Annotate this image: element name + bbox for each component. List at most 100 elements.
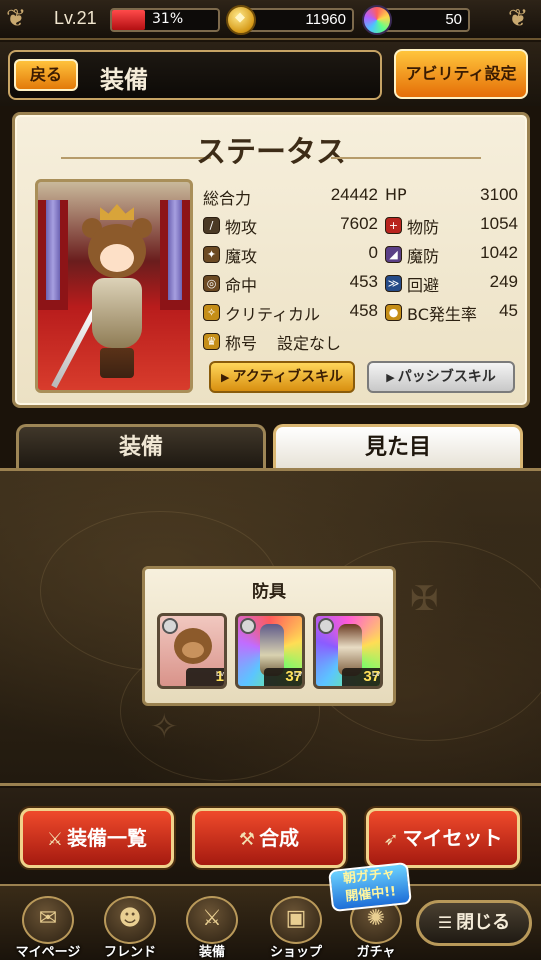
coin-amount: 11960 xyxy=(305,11,346,28)
slot-level: Lv. 37 xyxy=(264,668,302,686)
bow-icon: ➶ xyxy=(383,829,399,850)
stat-label: 物防 xyxy=(407,218,440,237)
shield-icon: + xyxy=(385,217,402,234)
corner-ornament-right-icon: ❦ xyxy=(508,4,529,32)
tab-equipment[interactable]: 装備 xyxy=(16,424,266,470)
character-face xyxy=(100,244,134,272)
stat-label: 総合力 xyxy=(203,189,252,208)
slot-level: Lv. 37 xyxy=(342,668,380,686)
coin-icon xyxy=(226,5,256,35)
armor-slot-legs[interactable]: Lv. 37 xyxy=(313,613,383,689)
nav-mypage[interactable]: ✉ マイページ xyxy=(8,894,88,960)
nav-label: ガチャ xyxy=(356,945,396,960)
synthesis-button[interactable]: ⚒ 合成 xyxy=(192,808,346,868)
hammer-icon: ⚒ xyxy=(238,829,256,850)
map-decoration: ✠ xyxy=(410,579,443,619)
pillar-left xyxy=(46,200,60,300)
character-portrait xyxy=(35,179,193,393)
armor-slot-head[interactable]: Lv. 1 xyxy=(157,613,227,689)
player-level: Lv.21 xyxy=(54,8,97,28)
stat-critical: ✧ クリティカル 458 xyxy=(203,301,378,327)
back-button[interactable]: 戻る xyxy=(14,59,78,91)
corner-ornament-left-icon: ❦ xyxy=(6,4,27,32)
stat-label: HP xyxy=(385,185,407,204)
synth-label: 合成 xyxy=(259,826,300,850)
armor-title: 防具 xyxy=(252,582,286,602)
stat-value: 1042 xyxy=(480,243,518,262)
nav-equip[interactable]: ⚔ 装備 xyxy=(172,894,252,960)
pillar-right xyxy=(168,200,182,300)
crossed-swords-icon: ⚔ xyxy=(46,829,64,850)
my-set-button[interactable]: ➶ マイセット xyxy=(366,808,520,868)
gem-amount: 50 xyxy=(445,11,462,28)
myset-label: マイセット xyxy=(402,826,503,850)
status-panel: ステータス 総合力 24442 / 物攻 7602 ✦ 魔攻 0 ◎ 命中 45… xyxy=(12,112,530,408)
stat-title: ♛ 称号 設定なし xyxy=(203,330,378,356)
stat-hp: HP 3100 xyxy=(385,185,518,211)
stat-label: 称号 xyxy=(225,334,258,353)
stat-value: 1054 xyxy=(480,214,518,233)
nav-label: マイページ xyxy=(15,945,81,960)
silver-badge-icon xyxy=(240,618,256,634)
menu-icon: ☰ xyxy=(437,913,453,932)
stat-total-power: 総合力 24442 xyxy=(203,185,378,211)
slot-level: Lv. 1 xyxy=(186,668,224,686)
armor-slot-body[interactable]: Lv. 37 xyxy=(235,613,305,689)
passive-skill-label: パッシブスキル xyxy=(397,369,496,385)
title-divider-right xyxy=(331,157,481,159)
stat-value: 3100 xyxy=(480,185,518,204)
action-area: ⚔ 装備一覧 ⚒ 合成 ➶ マイセット xyxy=(0,788,541,884)
stat-value: 249 xyxy=(489,272,518,291)
accuracy-icon: ◎ xyxy=(203,275,220,292)
friends-icon: ☻ xyxy=(104,896,156,944)
stat-label: 回避 xyxy=(407,276,440,295)
active-skill-label: アクティブスキル xyxy=(232,369,343,385)
crown-icon xyxy=(100,204,134,220)
equipment-list-button[interactable]: ⚔ 装備一覧 xyxy=(20,808,174,868)
stat-value: 7602 xyxy=(340,214,378,233)
coin-counter: 11960 xyxy=(240,8,354,32)
exp-bar-fill xyxy=(112,10,145,30)
bc-icon: ● xyxy=(385,304,402,321)
stat-label: BC発生率 xyxy=(407,305,477,324)
magic-shield-icon: ◢ xyxy=(385,246,402,263)
stat-label: 魔防 xyxy=(407,247,440,266)
character-armor xyxy=(92,278,142,348)
close-button[interactable]: ☰ 閉じる xyxy=(416,900,532,946)
stat-label: 命中 xyxy=(225,276,258,295)
stat-value: 設定なし xyxy=(277,334,342,353)
stat-value: 45 xyxy=(499,301,518,320)
stat-value: 458 xyxy=(349,301,378,320)
top-status-bar: ❦ Lv.21 31% 11960 50 ❦ xyxy=(0,0,541,40)
silver-badge-icon xyxy=(162,618,178,634)
wand-icon: ✦ xyxy=(203,246,220,263)
stat-magic-attack: ✦ 魔攻 0 xyxy=(203,243,378,269)
ability-settings-button[interactable]: アビリティ設定 xyxy=(394,49,528,99)
tab-appearance[interactable]: 見た目 xyxy=(273,424,523,470)
exp-percent: 31% xyxy=(152,11,184,27)
character-boots xyxy=(100,348,134,378)
stat-physical-defense: + 物防 1054 xyxy=(385,214,518,240)
passive-skill-button[interactable]: ▶ パッシブスキル xyxy=(367,361,515,393)
nav-shop[interactable]: ▣ ショップ xyxy=(256,894,336,960)
stat-label: 魔攻 xyxy=(225,247,258,266)
close-label: 閉じる xyxy=(456,912,511,933)
evade-icon: ≫ xyxy=(385,275,402,292)
critical-icon: ✧ xyxy=(203,304,220,321)
rainbow-gem-icon xyxy=(362,5,392,35)
play-icon: ▶ xyxy=(386,371,395,384)
nav-label: フレンド xyxy=(103,945,156,960)
scroll-icon: ✉ xyxy=(22,896,74,944)
treasure-chest-icon: ▣ xyxy=(270,896,322,944)
stat-magic-defense: ◢ 魔防 1042 xyxy=(385,243,518,269)
active-skill-button[interactable]: ▶ アクティブスキル xyxy=(209,361,355,393)
nav-friend[interactable]: ☻ フレンド xyxy=(90,894,170,960)
stat-label: 物攻 xyxy=(225,218,258,237)
stat-label: クリティカル xyxy=(225,305,321,324)
map-decoration: ✧ xyxy=(150,707,183,747)
stat-bc-rate: ● BC発生率 45 xyxy=(385,301,518,327)
gacha-event-badge[interactable]: 朝ガチャ 開催中!! xyxy=(328,861,412,913)
sword-icon: / xyxy=(203,217,220,234)
title-icon: ♛ xyxy=(203,333,220,350)
stat-physical-attack: / 物攻 7602 xyxy=(203,214,378,240)
